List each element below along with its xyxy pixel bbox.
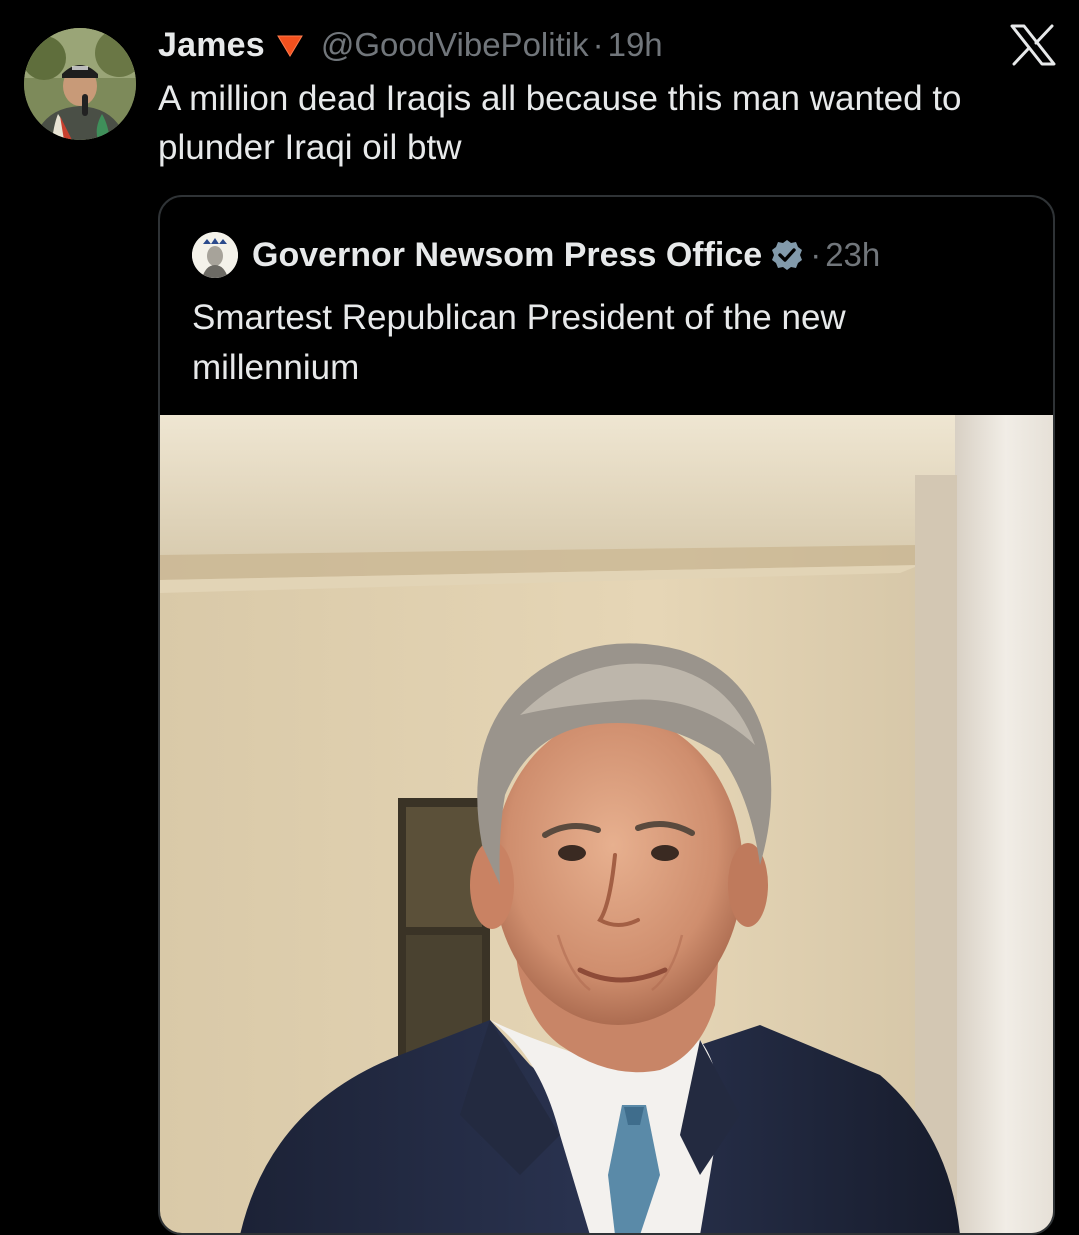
x-logo-icon [1010, 24, 1056, 66]
quote-display-name[interactable]: Governor Newsom Press Office [252, 236, 762, 275]
display-name[interactable]: James [158, 26, 265, 65]
handle[interactable]: @GoodVibePolitik [321, 26, 589, 64]
tweet-text: A million dead Iraqis all because this m… [158, 79, 962, 167]
separator-dot: · [592, 26, 604, 63]
tweet-header: James @GoodVibePolitik · 19h [158, 22, 663, 68]
quote-separator-dot: · [810, 236, 822, 273]
quote-avatar[interactable] [192, 232, 238, 278]
quote-text: Smartest Republican President of the new… [192, 298, 846, 387]
quoted-tweet[interactable]: Governor Newsom Press Office · 23h Smart… [158, 195, 1055, 1235]
timestamp[interactable]: 19h [608, 26, 663, 64]
quote-timestamp[interactable]: 23h [825, 236, 880, 274]
avatar[interactable] [24, 28, 136, 140]
quote-photo[interactable] [160, 415, 1053, 1233]
verified-badge-icon [772, 240, 803, 270]
red-triangle-down-icon [276, 35, 303, 57]
tweet[interactable]: James @GoodVibePolitik · 19h A million d… [0, 0, 1079, 1235]
quote-header: Governor Newsom Press Office · 23h [192, 231, 880, 279]
